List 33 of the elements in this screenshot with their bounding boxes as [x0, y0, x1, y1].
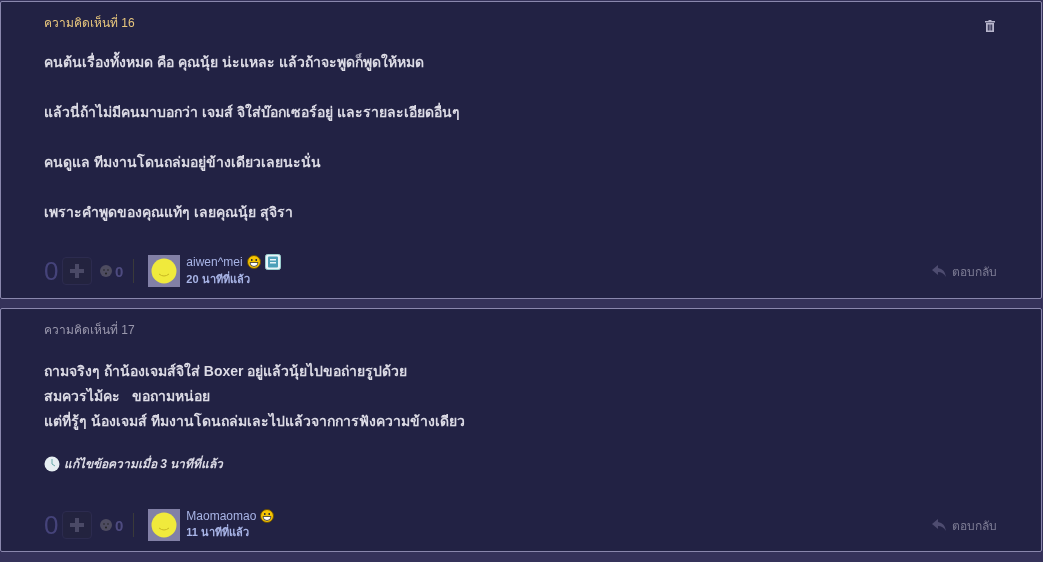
avatar[interactable] [148, 255, 181, 287]
face-icon[interactable] [100, 265, 112, 277]
author-link[interactable]: Maomaomao [186, 509, 257, 523]
plus-icon [69, 517, 85, 533]
book-badge-icon [264, 254, 281, 270]
comment-text: สมควรไม้คะ ขอถามหน่อย [44, 387, 211, 406]
emotion-count: 0 [115, 262, 124, 280]
comment-text: แล้วนี่ถ้าไม่มีคนมาบอกว่า เจมส์ จิใส่บ๊อกเซอร์อยู่ และรายละเอียดอื่นๆ [44, 102, 461, 122]
reply-button[interactable]: ตอบกลับ [932, 515, 997, 535]
edited-note: แก้ไขข้อความเมื่อ 3 นาทีที่แล้ว [64, 454, 224, 473]
post-time: 20 นาทีที่แล้ว [186, 270, 251, 287]
upvote-button[interactable] [62, 511, 92, 539]
delete-button[interactable] [985, 20, 995, 32]
reply-arrow-icon [932, 265, 946, 277]
reply-button[interactable]: ตอบกลับ [932, 261, 997, 281]
comment-number: ความคิดเห็นที่ 17 [44, 321, 135, 339]
comment-text: คนดูแล ทีมงานโดนถล่มอยู่ข้างเดียวเลยนะนั่น [44, 152, 322, 172]
emotion-count: 0 [115, 516, 124, 534]
plus-icon [69, 263, 85, 279]
comment-text: ถามจริงๆ ถ้าน้องเจมส์จิใส่ Boxer อยู่แล้วนุ้ยไปขอถ่ายรูปด้วย [44, 361, 409, 382]
face-icon[interactable] [100, 519, 112, 531]
upvote-button[interactable] [62, 257, 92, 285]
reply-arrow-icon [932, 519, 946, 531]
author-link[interactable]: aiwen^mei [186, 255, 243, 269]
grin-emoji-icon [246, 255, 261, 269]
clock-icon [44, 455, 60, 472]
comment-text: คนต้นเรื่องทั้งหมด คือ คุณนุ้ย น่ะแหละ แล้วถ้าจะพูดก็พูดให้หมด [44, 52, 997, 72]
comment-text: เพราะคำพูดของคุณแท้ๆ เลยคุณนุ้ย สุจิรา [44, 203, 294, 222]
comment-number: ความคิดเห็นที่ 16 [44, 14, 135, 32]
comment-text: แต่ที่รู้ๆ น้องเจมส์ ทีมงานโดนถล่มเละไปแล้วจากการฟังความข้างเดียว [44, 410, 466, 432]
avatar[interactable] [148, 509, 181, 541]
grin-emoji-icon [260, 509, 275, 523]
post-time: 11 นาทีที่แล้ว [186, 523, 251, 540]
